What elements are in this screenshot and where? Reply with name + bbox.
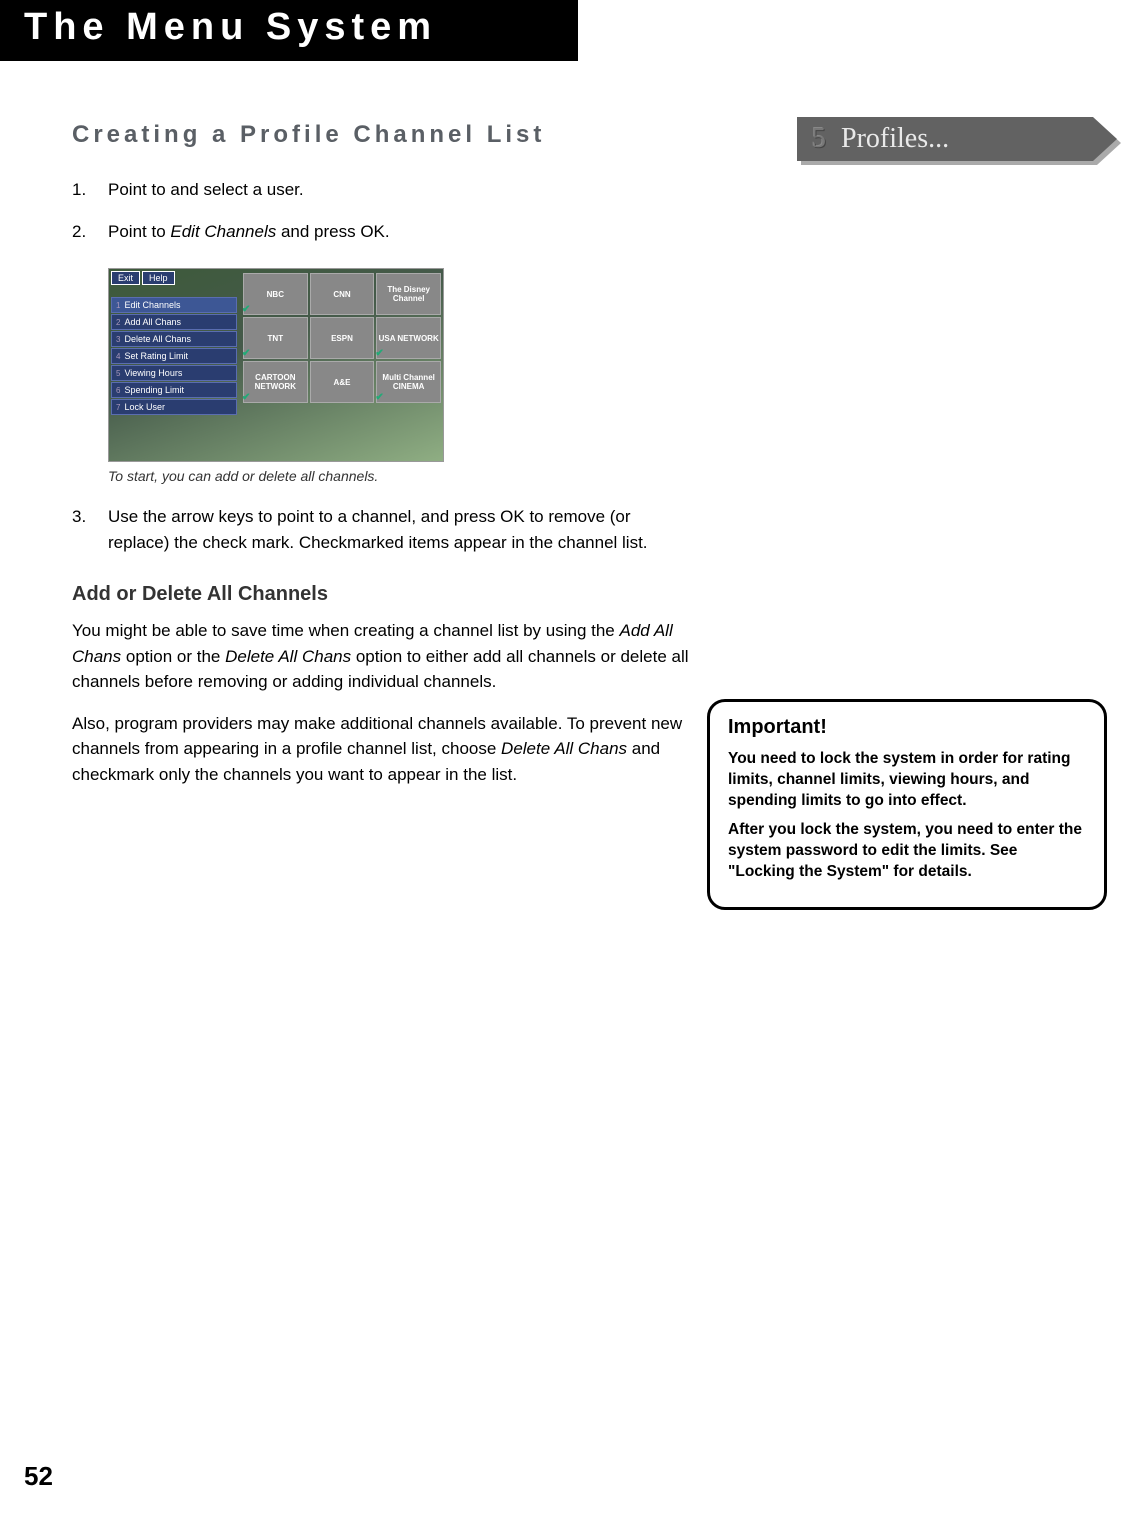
figure-caption: To start, you can add or delete all chan… bbox=[108, 468, 692, 484]
important-text: After you lock the system, you need to e… bbox=[728, 820, 1086, 883]
tv-screenshot: Exit Help 1Edit Channels 2Add All Chans … bbox=[108, 268, 444, 462]
tv-channel-cell: The Disney Channel bbox=[376, 273, 441, 315]
step-1: Point to and select a user. bbox=[72, 177, 692, 203]
step-3: Use the arrow keys to point to a channel… bbox=[72, 504, 692, 555]
steps-list: Point to and select a user. Point to Edi… bbox=[72, 177, 692, 244]
tv-exit-button: Exit bbox=[111, 271, 140, 285]
profiles-button-graphic: 5 Profiles... bbox=[797, 117, 1117, 169]
tv-topbar: Exit Help bbox=[111, 271, 175, 285]
chevron-right-icon bbox=[1093, 117, 1117, 161]
step-2-pre: Point to bbox=[108, 222, 170, 241]
profiles-body: 5 Profiles... bbox=[797, 117, 1093, 161]
tv-menu-item: 1Edit Channels bbox=[111, 297, 237, 313]
tv-channel-cell: A&E bbox=[310, 361, 375, 403]
chapter-header: The Menu System bbox=[0, 0, 578, 61]
tv-side-menu: 1Edit Channels 2Add All Chans 3Delete Al… bbox=[111, 297, 237, 416]
tv-menu-item: 7Lock User bbox=[111, 399, 237, 415]
tv-menu-item: 5Viewing Hours bbox=[111, 365, 237, 381]
tv-channel-grid: NBC✔ CNN The Disney Channel TNT✔ ESPN US… bbox=[243, 273, 441, 403]
page-content: 5 Profiles... Creating a Profile Channel… bbox=[0, 61, 1129, 787]
important-callout: Important! You need to lock the system i… bbox=[707, 699, 1107, 910]
tv-menu-item: 3Delete All Chans bbox=[111, 331, 237, 347]
body-paragraph: Also, program providers may make additio… bbox=[72, 711, 692, 788]
step-3-text: Use the arrow keys to point to a channel… bbox=[108, 507, 648, 552]
tv-channel-cell: CARTOON NETWORK✔ bbox=[243, 361, 308, 403]
tv-channel-cell: ESPN bbox=[310, 317, 375, 359]
main-column: Creating a Profile Channel List Point to… bbox=[72, 121, 692, 787]
tv-menu-item: 2Add All Chans bbox=[111, 314, 237, 330]
tv-channel-cell: Multi Channel CINEMA✔ bbox=[376, 361, 441, 403]
chapter-title: The Menu System bbox=[24, 6, 554, 49]
profiles-label: Profiles... bbox=[841, 123, 949, 155]
tv-channel-cell: NBC✔ bbox=[243, 273, 308, 315]
section-title: Creating a Profile Channel List bbox=[72, 121, 692, 149]
tv-menu-item: 4Set Rating Limit bbox=[111, 348, 237, 364]
tv-help-button: Help bbox=[142, 271, 175, 285]
step-2-post: and press OK. bbox=[276, 222, 389, 241]
page-number: 52 bbox=[24, 1461, 53, 1492]
important-title: Important! bbox=[728, 716, 1086, 739]
step-1-text: Point to and select a user. bbox=[108, 180, 304, 199]
steps-list-cont: Use the arrow keys to point to a channel… bbox=[72, 504, 692, 555]
body-paragraph: You might be able to save time when crea… bbox=[72, 618, 692, 695]
tv-screenshot-figure: Exit Help 1Edit Channels 2Add All Chans … bbox=[108, 268, 692, 484]
subsection-title: Add or Delete All Channels bbox=[72, 583, 692, 606]
profiles-number: 5 bbox=[797, 123, 841, 155]
tv-menu-item: 6Spending Limit bbox=[111, 382, 237, 398]
tv-channel-cell: TNT✔ bbox=[243, 317, 308, 359]
important-text: You need to lock the system in order for… bbox=[728, 749, 1086, 812]
tv-channel-cell: CNN bbox=[310, 273, 375, 315]
tv-channel-cell: USA NETWORK✔ bbox=[376, 317, 441, 359]
step-2-em: Edit Channels bbox=[170, 222, 276, 241]
step-2: Point to Edit Channels and press OK. bbox=[72, 219, 692, 245]
